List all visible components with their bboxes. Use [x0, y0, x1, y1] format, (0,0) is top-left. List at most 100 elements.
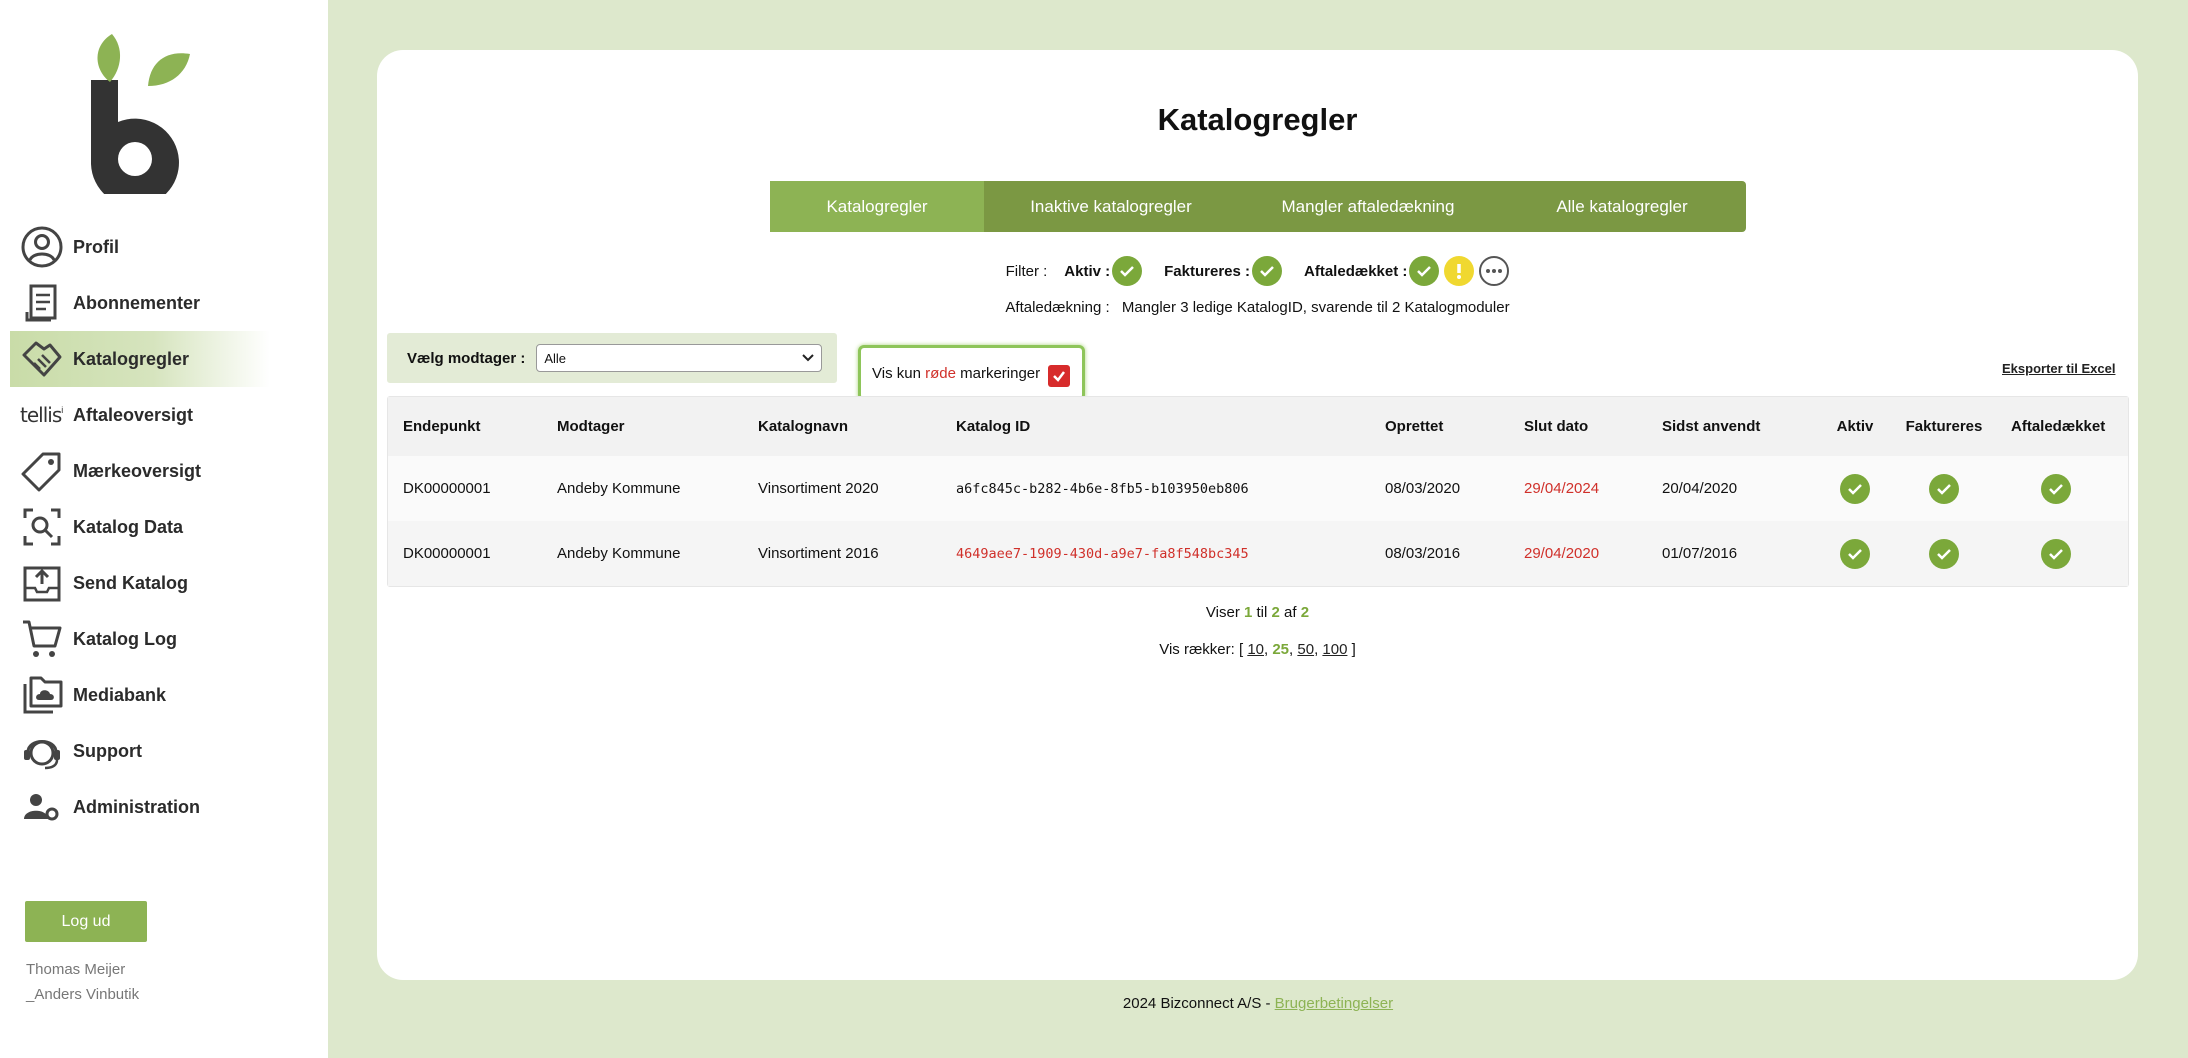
filter-faktureres-label: Faktureres :: [1164, 262, 1251, 280]
cell-endepunkt: DK00000001: [403, 480, 491, 497]
filter-label: Filter :: [1005, 262, 1048, 280]
sidebar-item-label: Katalog Data: [73, 516, 184, 537]
sidebar-item-maerkeoversigt[interactable]: Mærkeoversigt: [10, 443, 270, 499]
tab-katalogregler[interactable]: Katalogregler: [770, 181, 984, 232]
receiver-select[interactable]: Alle: [536, 344, 823, 372]
red-only-checkbox[interactable]: [1048, 365, 1070, 387]
sidebar-item-label: Profil: [73, 236, 120, 257]
aftaledaekket-check-icon: [2011, 473, 2101, 504]
tab-mangler-aftaledaekning[interactable]: Mangler aftaledækning: [1238, 181, 1498, 232]
rows-option-25[interactable]: 25: [1272, 641, 1289, 658]
rows-option-100[interactable]: 100: [1322, 641, 1347, 658]
col-katalognavn[interactable]: Katalognavn: [758, 418, 848, 435]
col-katalog-id[interactable]: Katalog ID: [956, 418, 1030, 435]
document-icon: [20, 281, 64, 325]
catalog-rules-table: Endepunkt Modtager Katalognavn Katalog I…: [387, 396, 2129, 587]
col-modtager[interactable]: Modtager: [557, 418, 625, 435]
filter-aktiv-check-icon[interactable]: [1112, 256, 1143, 286]
terms-link[interactable]: Brugerbetingelser: [1275, 995, 1393, 1012]
rows-per-page: Vis rækker: [ 10, 25, 50, 100 ]: [1159, 641, 1356, 658]
headset-icon: [20, 729, 64, 773]
coverage-info: Aftaledækning : Mangler 3 ledige Katalog…: [377, 299, 2138, 316]
faktureres-check-icon: [1899, 473, 1989, 504]
search-data-icon: [20, 505, 64, 549]
footer-text: 2024 Bizconnect A/S -: [1122, 995, 1271, 1012]
sidebar-item-label: Abonnementer: [73, 292, 201, 313]
cell-sidst-anvendt: 01/07/2016: [1662, 545, 1738, 562]
filter-row: Filter : Aktiv : Faktureres : Aftaledækk…: [377, 256, 2138, 286]
sidebar-item-label: Administration: [73, 796, 201, 817]
filter-aktiv-label: Aktiv :: [1064, 262, 1111, 280]
tag-icon: [20, 449, 64, 493]
cell-katalognavn: Vinsortiment 2020: [758, 480, 879, 497]
cell-oprettet: 08/03/2016: [1385, 545, 1461, 562]
sidebar-item-mediabank[interactable]: Mediabank: [10, 667, 270, 723]
sidebar-item-katalog-log[interactable]: Katalog Log: [10, 611, 270, 667]
profile-icon: [20, 225, 64, 269]
aftaledaekket-check-icon: [2011, 538, 2101, 569]
rows-option-50[interactable]: 50: [1297, 641, 1314, 658]
rows-option-10[interactable]: 10: [1247, 641, 1264, 658]
red-only-toggle[interactable]: Vis kun røde markeringer: [858, 345, 1085, 401]
cell-katalognavn: Vinsortiment 2016: [758, 545, 879, 562]
table-row[interactable]: DK00000001 Andeby Kommune Vinsortiment 2…: [388, 456, 2128, 521]
tellis-logo: tellis i: [20, 403, 64, 427]
cloud-folder-icon: [20, 673, 64, 717]
cell-endepunkt: DK00000001: [403, 545, 491, 562]
pager-prefix: Viser: [1205, 604, 1240, 621]
cell-slut-dato: 29/04/2024: [1524, 480, 1600, 497]
faktureres-check-icon: [1899, 538, 1989, 569]
cell-modtager: Andeby Kommune: [557, 480, 681, 497]
pager-info: Viser 1 til 2 af 2: [377, 604, 2138, 621]
col-sidst-anvendt[interactable]: Sidst anvendt: [1662, 418, 1760, 435]
logout-button[interactable]: Log ud: [25, 901, 147, 942]
sidebar-item-aftaleoversigt[interactable]: tellis i Aftaleoversigt: [10, 387, 270, 443]
sidebar-item-profil[interactable]: Profil: [10, 219, 270, 275]
receiver-select-value: Alle: [544, 350, 567, 366]
col-aktiv[interactable]: Aktiv: [1810, 418, 1900, 435]
tab-bar: Katalogregler Inaktive katalogregler Man…: [770, 181, 1746, 232]
col-slut-dato[interactable]: Slut dato: [1524, 418, 1588, 435]
sidebar-item-abonnementer[interactable]: Abonnementer: [10, 275, 270, 331]
filter-faktureres-check-icon[interactable]: [1252, 256, 1283, 286]
export-excel-link[interactable]: Eksporter til Excel: [2002, 361, 2115, 376]
col-oprettet[interactable]: Oprettet: [1385, 418, 1443, 435]
table-row[interactable]: DK00000001 Andeby Kommune Vinsortiment 2…: [388, 521, 2128, 586]
sidebar-item-administration[interactable]: Administration: [10, 779, 270, 835]
table-header: Endepunkt Modtager Katalognavn Katalog I…: [388, 397, 2128, 456]
sidebar: Profil Abonnementer Katalogregler tellis…: [0, 0, 328, 1058]
tab-alle-katalogregler[interactable]: Alle katalogregler: [1498, 181, 1746, 232]
col-endepunkt[interactable]: Endepunkt: [403, 418, 481, 435]
col-faktureres[interactable]: Faktureres: [1899, 418, 1989, 435]
filter-more-icon[interactable]: [1479, 256, 1510, 286]
receiver-filter: Vælg modtager : Alle: [387, 333, 837, 383]
main-card: Katalogregler Katalogregler Inaktive kat…: [377, 50, 2138, 980]
sidebar-item-support[interactable]: Support: [10, 723, 270, 779]
pager-from: 1: [1244, 604, 1253, 621]
sidebar-item-send-katalog[interactable]: Send Katalog: [10, 555, 270, 611]
col-aftaledaekket[interactable]: Aftaledækket: [2011, 418, 2105, 435]
user-name: Thomas Meijer: [26, 961, 126, 978]
bizconnect-logo[interactable]: [82, 28, 198, 194]
red-only-prefix: Vis kun: [872, 364, 921, 382]
cell-oprettet: 08/03/2020: [1385, 480, 1461, 497]
tab-inaktive-katalogregler[interactable]: Inaktive katalogregler: [984, 181, 1238, 232]
chevron-down-icon: [802, 354, 815, 362]
cell-katalog-id: a6fc845c-b282-4b6e-8fb5-b103950eb806: [956, 480, 1249, 497]
rows-per-page-label: Vis rækker:: [1159, 641, 1235, 658]
page-title: Katalogregler: [1157, 102, 1358, 137]
aktiv-check-icon: [1810, 538, 1900, 569]
receiver-label: Vælg modtager :: [407, 349, 526, 367]
filter-aftaledaekket-check-icon[interactable]: [1409, 256, 1440, 286]
sidebar-item-katalog-data[interactable]: Katalog Data: [10, 499, 270, 555]
sidebar-nav: Profil Abonnementer Katalogregler tellis…: [10, 219, 270, 835]
coverage-label: Aftaledækning :: [1005, 299, 1110, 316]
upload-icon: [20, 561, 64, 605]
user-shop: _Anders Vinbutik: [26, 986, 140, 1003]
sidebar-item-label: Mærkeoversigt: [73, 460, 202, 481]
sidebar-item-katalogregler[interactable]: Katalogregler: [10, 331, 270, 387]
sidebar-item-label: Katalogregler: [73, 348, 190, 369]
filter-warning-icon[interactable]: [1444, 256, 1475, 286]
sidebar-item-label: Katalog Log: [73, 628, 177, 649]
cell-modtager: Andeby Kommune: [557, 545, 681, 562]
